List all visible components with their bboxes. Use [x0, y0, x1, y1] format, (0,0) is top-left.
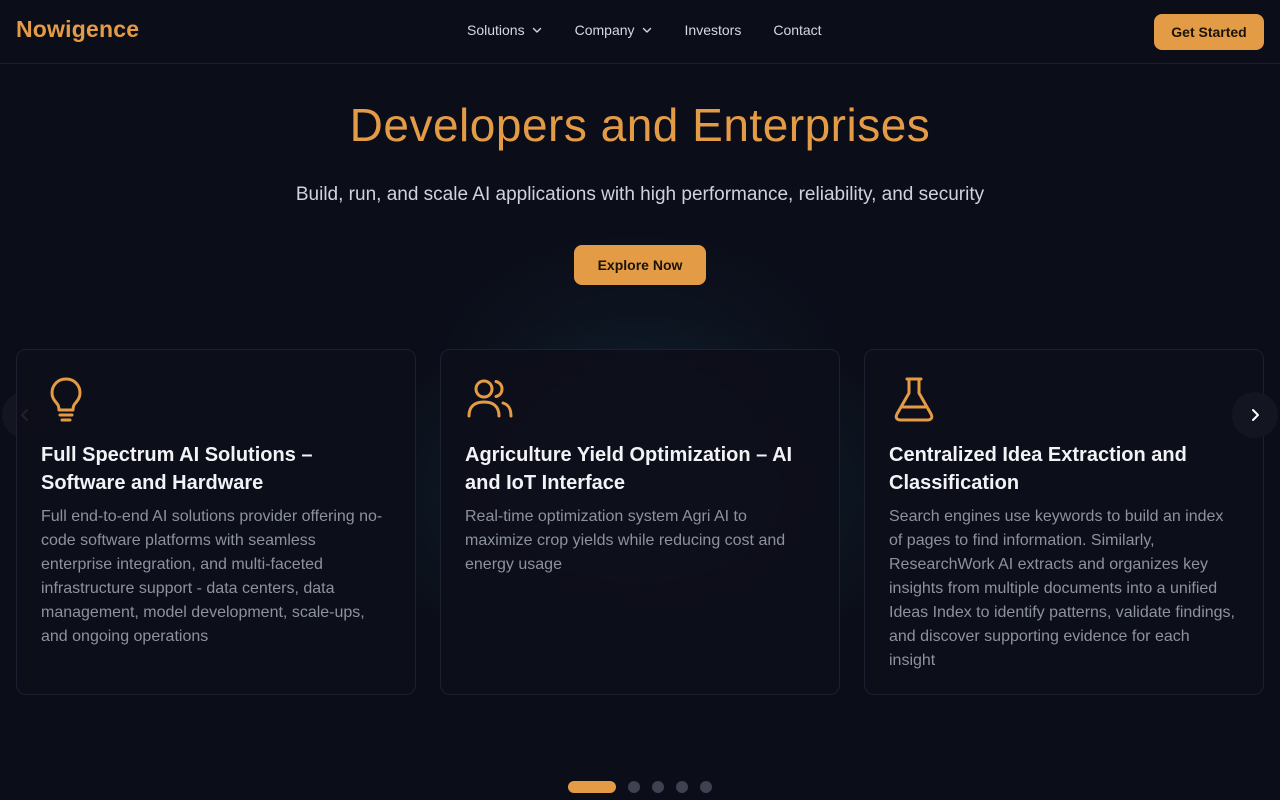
- get-started-button[interactable]: Get Started: [1154, 14, 1264, 50]
- nav-company[interactable]: Company: [575, 22, 653, 38]
- chevron-down-icon: [532, 27, 541, 33]
- hero-title: Developers and Enterprises: [349, 99, 931, 151]
- explore-now-button[interactable]: Explore Now: [574, 245, 706, 285]
- flask-icon: [894, 377, 934, 422]
- solution-card[interactable]: Agriculture Yield Optimization – AI and …: [440, 349, 840, 695]
- nav-investors-label: Investors: [684, 22, 742, 38]
- nav-company-label: Company: [574, 22, 635, 38]
- chevron-right-icon: [1252, 409, 1259, 421]
- carousel-dot-5[interactable]: [700, 781, 712, 793]
- nav-contact[interactable]: Contact: [773, 22, 821, 38]
- nav-solutions[interactable]: Solutions: [467, 22, 543, 38]
- card-title: Agriculture Yield Optimization – AI and …: [465, 444, 793, 494]
- brand-logo[interactable]: Nowigence: [16, 16, 139, 43]
- solution-card[interactable]: Centralized Idea Extraction and Classifi…: [864, 349, 1264, 695]
- card-title: Full Spectrum AI Solutions – Software an…: [41, 444, 313, 494]
- carousel-dot-3[interactable]: [652, 781, 664, 793]
- carousel-dot-2[interactable]: [628, 781, 640, 793]
- nav-solutions-label: Solutions: [467, 22, 525, 38]
- chevron-down-icon: [642, 27, 651, 33]
- carousel-dot-4[interactable]: [676, 781, 688, 793]
- card-description: Real-time optimization system Agri AI to…: [465, 508, 786, 573]
- nav-links: Solutions Company Investors Contact: [467, 22, 822, 38]
- users-icon: [467, 379, 513, 418]
- nav-contact-label: Contact: [773, 22, 822, 38]
- carousel-next-button[interactable]: [1232, 392, 1278, 438]
- hero-subtitle: Build, run, and scale AI applications wi…: [295, 184, 985, 205]
- card-description: Full end-to-end AI solutions provider of…: [41, 508, 383, 645]
- solution-card[interactable]: Full Spectrum AI Solutions – Software an…: [16, 349, 416, 695]
- lightbulb-icon: [50, 377, 82, 422]
- top-navigation: Nowigence Solutions Company Investors Co…: [0, 0, 1280, 64]
- carousel-dot-1[interactable]: [568, 781, 616, 793]
- carousel-pagination: [568, 781, 712, 793]
- card-title: Centralized Idea Extraction and Classifi…: [889, 444, 1187, 494]
- nav-investors[interactable]: Investors: [685, 22, 742, 38]
- card-description: Search engines use keywords to build an …: [889, 508, 1235, 669]
